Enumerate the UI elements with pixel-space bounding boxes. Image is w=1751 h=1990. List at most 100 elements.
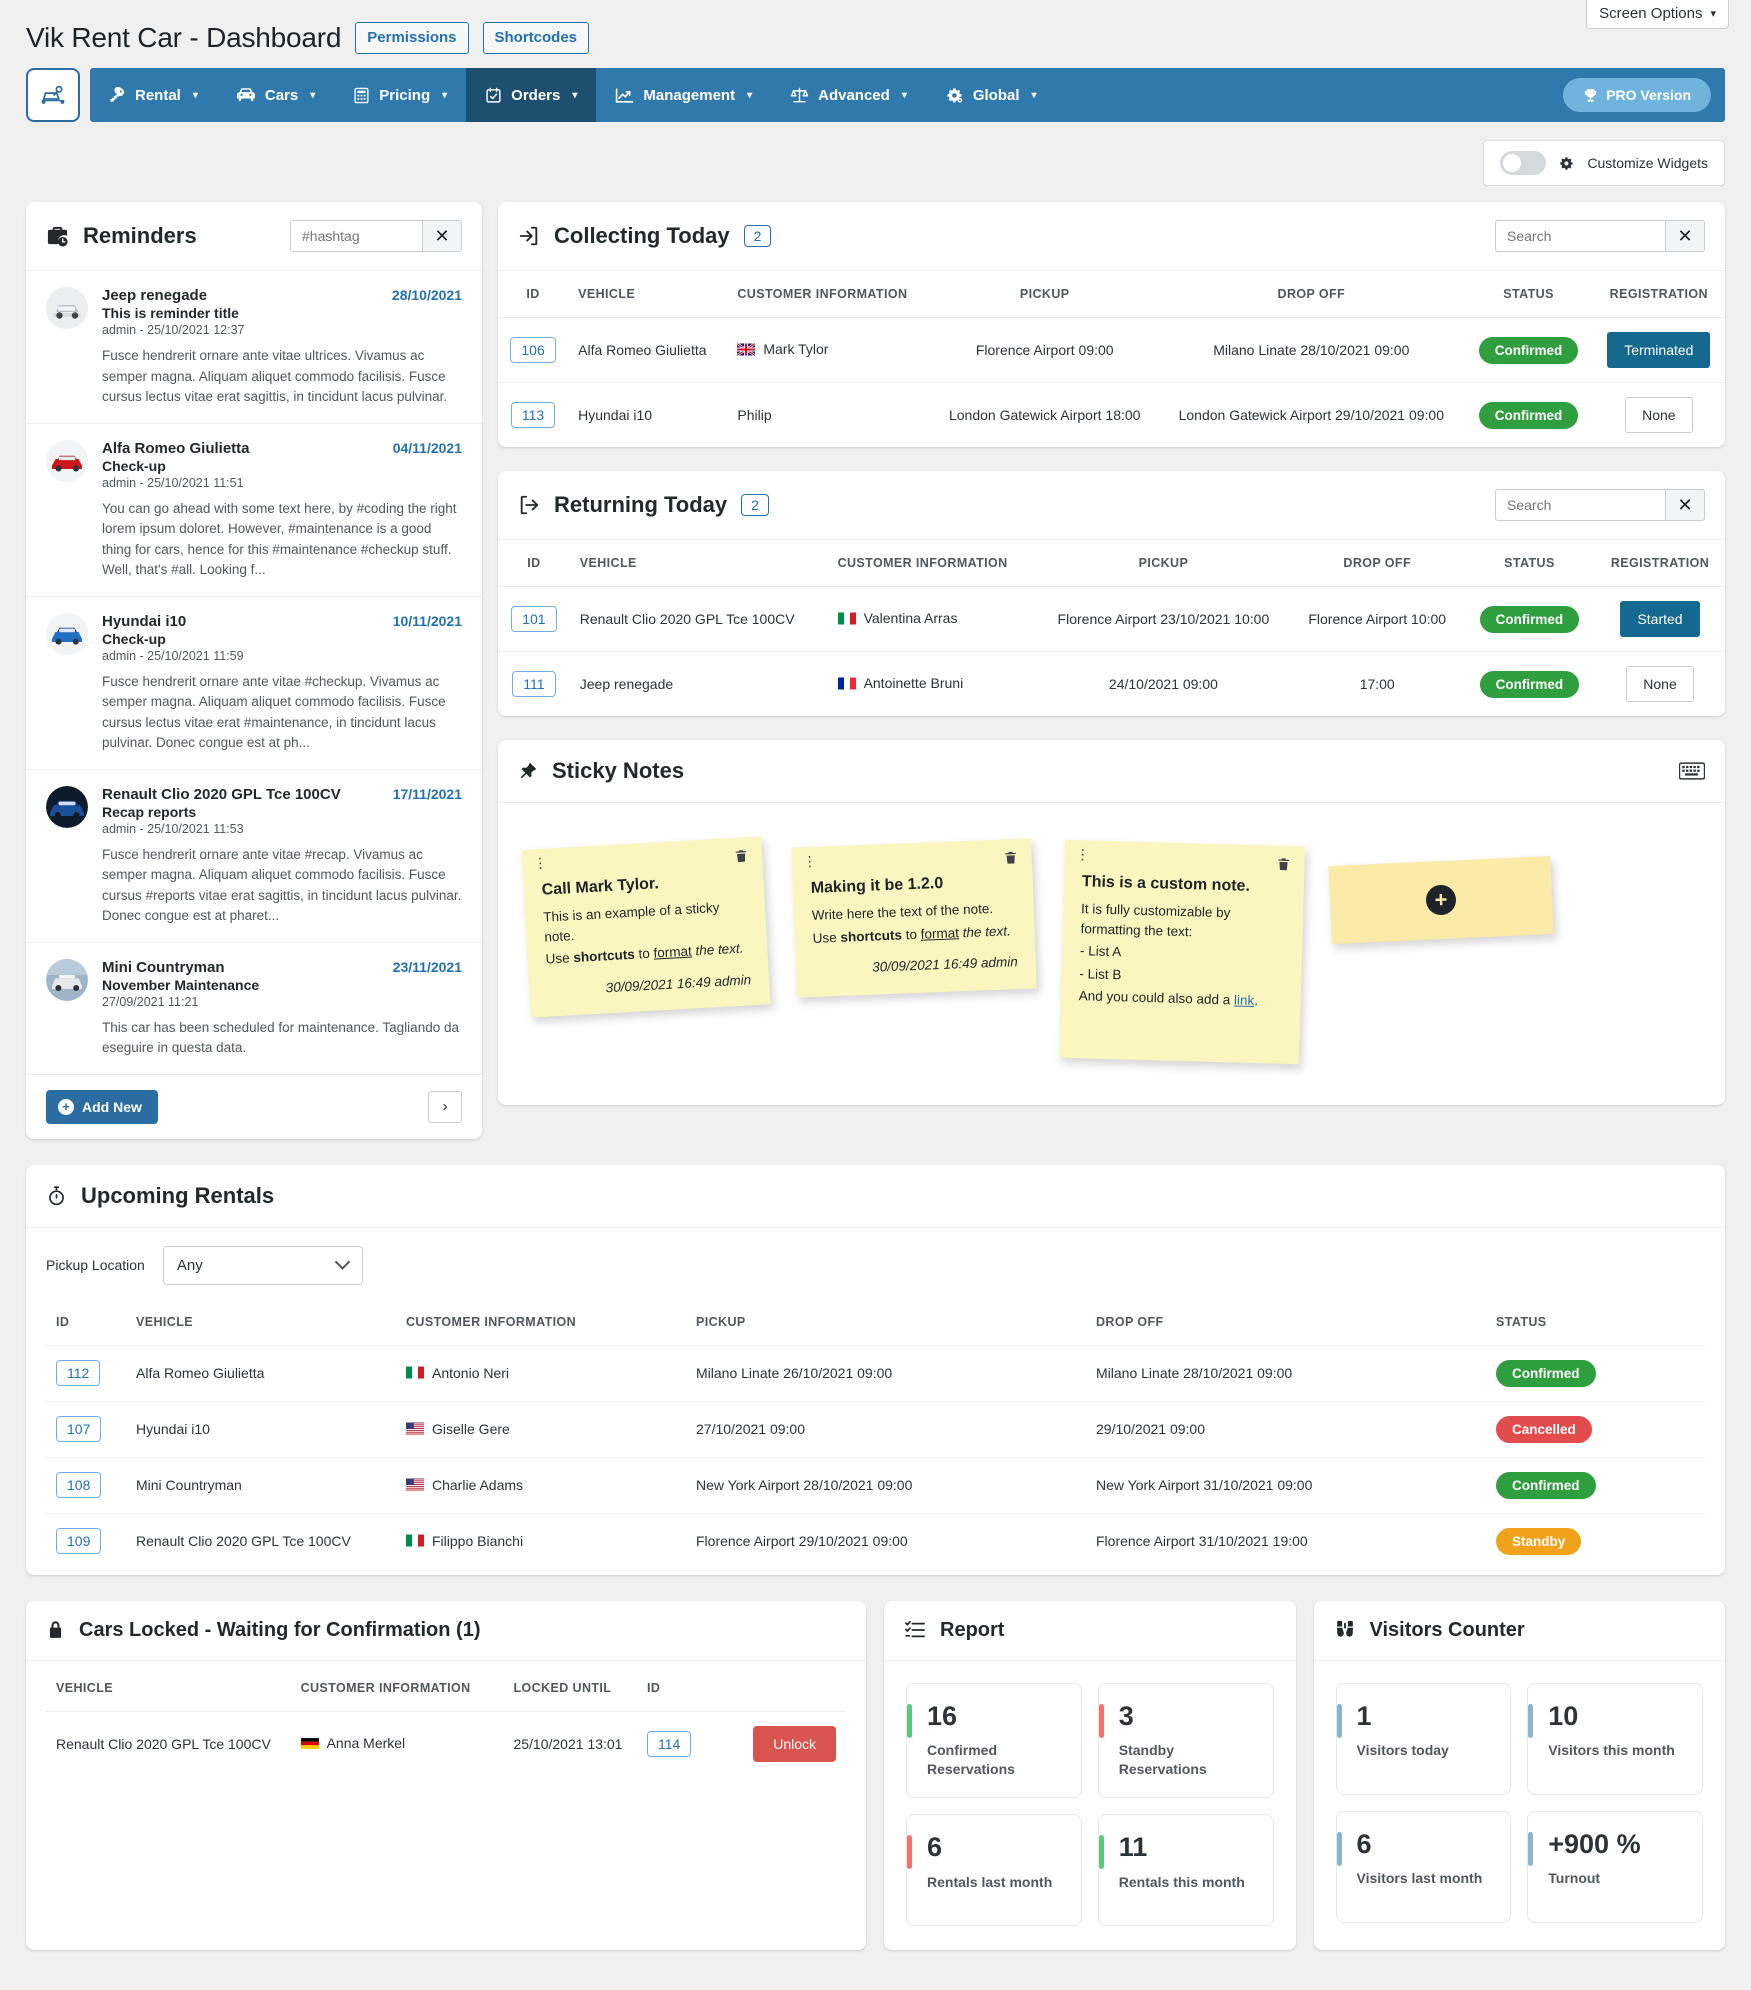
- registration-button[interactable]: Terminated: [1607, 332, 1711, 368]
- right-column: Collecting Today 2 ✕ ID VEHICLE CUSTOMER…: [498, 202, 1725, 1105]
- table-row[interactable]: 106 Alfa Romeo Giulietta Mark Tylor Flor…: [498, 317, 1725, 383]
- customize-widgets-row: Customize Widgets: [0, 122, 1751, 186]
- status-badge: Confirmed: [1496, 1471, 1596, 1499]
- list-item[interactable]: Renault Clio 2020 GPL Tce 100CV 17/11/20…: [26, 770, 482, 943]
- nav-item-pricing[interactable]: Pricing ▾: [334, 68, 466, 122]
- reminder-vehicle: Mini Countryman: [102, 958, 225, 976]
- order-id-chip[interactable]: 113: [510, 402, 556, 428]
- drag-handle-icon[interactable]: ⋮: [1075, 846, 1089, 862]
- sticky-note[interactable]: ⋮ Making it be 1.2.0 Write here the text…: [791, 838, 1037, 998]
- note-link[interactable]: link: [1234, 993, 1255, 1009]
- drag-handle-icon[interactable]: ⋮: [802, 853, 817, 870]
- customer-cell: Philip: [737, 407, 771, 423]
- nav-item-rental[interactable]: Rental ▾: [90, 68, 217, 122]
- clear-hashtag-filter-button[interactable]: ✕: [422, 220, 462, 252]
- order-id-chip[interactable]: 108: [56, 1472, 102, 1499]
- table-row[interactable]: 101 Renault Clio 2020 GPL Tce 100CV Vale…: [498, 586, 1725, 652]
- stat-card: 3 Standby Reservations: [1097, 1682, 1274, 1799]
- reminders-list: Jeep renegade 28/10/2021 This is reminde…: [26, 271, 482, 1075]
- customize-widgets-toggle[interactable]: [1500, 151, 1547, 175]
- cell-locked-until: 25/10/2021 13:01: [513, 1735, 623, 1752]
- collecting-today-count: 2: [743, 225, 772, 247]
- app-logo[interactable]: [26, 68, 80, 122]
- pickup-location-value: Any: [176, 1256, 203, 1274]
- customer-cell: Charlie Adams: [406, 1477, 523, 1493]
- car-icon: [236, 87, 255, 101]
- nav-item-management[interactable]: Management ▾: [596, 68, 771, 122]
- note-tail: And you could also add a link.: [1078, 988, 1259, 1009]
- nav-item-orders[interactable]: Orders ▾: [466, 68, 597, 122]
- stat-accent-bar: [907, 1835, 912, 1870]
- add-new-reminder-button[interactable]: + Add New: [46, 1089, 158, 1124]
- cell-dropoff: Milano Linate 28/10/2021 09:00: [1158, 317, 1465, 383]
- note-heading: Making it be 1.2.0: [810, 874, 944, 897]
- note-list-item: - List B: [1079, 966, 1122, 983]
- flag-it-icon: [837, 612, 856, 625]
- list-item[interactable]: Alfa Romeo Giulietta 04/11/2021 Check-up…: [26, 424, 482, 597]
- reminder-text: Fusce hendrerit ornare ante vitae ultric…: [102, 348, 448, 405]
- registration-button[interactable]: None: [1626, 666, 1694, 702]
- customer-name: Filippo Bianchi: [432, 1532, 524, 1549]
- order-id-chip[interactable]: 107: [56, 1416, 102, 1443]
- table-row[interactable]: 113 Hyundai i10 Philip London Gatewick A…: [498, 383, 1725, 448]
- unlock-button[interactable]: Unlock: [753, 1725, 836, 1762]
- chevron-down-icon: ▾: [747, 89, 753, 101]
- returning-today-widget: Returning Today 2 ✕ ID VEHICLE CUSTOMER …: [498, 471, 1725, 716]
- delete-note-icon[interactable]: [734, 848, 749, 869]
- collecting-today-header: Collecting Today 2 ✕: [498, 202, 1725, 271]
- list-item[interactable]: Jeep renegade 28/10/2021 This is reminde…: [26, 271, 482, 424]
- upcoming-filter-row: Pickup Location Any: [26, 1228, 1725, 1289]
- drag-handle-icon[interactable]: ⋮: [533, 854, 548, 871]
- pickup-location-select[interactable]: Any: [162, 1245, 363, 1285]
- collecting-clear-search-button[interactable]: ✕: [1665, 220, 1705, 252]
- sign-out-icon: [518, 494, 540, 516]
- order-id-chip[interactable]: 114: [647, 1730, 692, 1757]
- table-row[interactable]: 109 Renault Clio 2020 GPL Tce 100CV Fili…: [46, 1513, 1705, 1569]
- hashtag-filter-input[interactable]: [290, 220, 422, 252]
- chevron-down-icon: ▾: [1710, 8, 1716, 20]
- list-item[interactable]: Hyundai i10 10/11/2021 Check-up admin - …: [26, 597, 482, 770]
- stat-accent-bar: [1098, 1703, 1104, 1738]
- returning-search-input[interactable]: [1495, 489, 1665, 521]
- table-row[interactable]: 112 Alfa Romeo Giulietta Antonio Neri Mi…: [46, 1345, 1705, 1402]
- col-registration: REGISTRATION: [1595, 540, 1725, 587]
- table-row[interactable]: 111 Jeep renegade Antoinette Bruni 24/10…: [498, 652, 1725, 717]
- reminder-date: 04/11/2021: [392, 439, 462, 456]
- returning-clear-search-button[interactable]: ✕: [1665, 489, 1705, 521]
- returning-today-header: Returning Today 2 ✕: [498, 471, 1725, 540]
- table-row[interactable]: Renault Clio 2020 GPL Tce 100CV Anna Mer…: [46, 1711, 846, 1776]
- sticky-note[interactable]: ⋮ Call Mark Tylor. This is an example of…: [521, 836, 771, 1019]
- nav-item-advanced[interactable]: Advanced ▾: [771, 68, 926, 122]
- order-id-chip[interactable]: 109: [56, 1528, 102, 1555]
- order-id-chip[interactable]: 112: [56, 1360, 101, 1387]
- order-id-chip[interactable]: 106: [510, 337, 556, 363]
- table-row[interactable]: 108 Mini Countryman Charlie Adams New Yo…: [46, 1457, 1705, 1514]
- sticky-note[interactable]: ⋮ This is a custom note. It is fully cus…: [1059, 839, 1305, 1065]
- nav-item-label: Global: [972, 86, 1020, 104]
- customer-cell: Valentina Arras: [837, 610, 957, 626]
- calendar-check-icon: [486, 87, 501, 103]
- note-line-2: Use shortcuts to format the text.: [812, 923, 1011, 946]
- registration-button[interactable]: None: [1625, 397, 1693, 433]
- screen-options-button[interactable]: Screen Options ▾: [1586, 0, 1729, 29]
- customer-name: Charlie Adams: [432, 1476, 524, 1493]
- customer-cell: Filippo Bianchi: [406, 1533, 523, 1549]
- order-id-chip[interactable]: 101: [511, 606, 557, 632]
- nav-item-global[interactable]: Global ▾: [926, 68, 1056, 122]
- order-id-chip[interactable]: 111: [512, 671, 556, 697]
- reminders-next-page-button[interactable]: ›: [428, 1090, 462, 1123]
- nav-item-cars[interactable]: Cars ▾: [217, 68, 334, 122]
- registration-button[interactable]: Started: [1620, 601, 1700, 637]
- list-item[interactable]: Mini Countryman 23/11/2021 November Main…: [26, 943, 482, 1075]
- reminder-text: You can go ahead with some text here, by…: [102, 500, 457, 578]
- table-row[interactable]: 107 Hyundai i10 Giselle Gere 27/10/2021 …: [46, 1401, 1705, 1458]
- pro-version-button[interactable]: PRO Version: [1563, 78, 1711, 112]
- customize-widgets-control[interactable]: Customize Widgets: [1483, 140, 1725, 186]
- delete-note-icon[interactable]: [1276, 857, 1291, 878]
- collecting-search-input[interactable]: [1495, 220, 1665, 252]
- keyboard-icon[interactable]: [1679, 761, 1705, 781]
- add-sticky-note-button[interactable]: +: [1328, 856, 1554, 944]
- delete-note-icon[interactable]: [1003, 850, 1018, 871]
- flag-us-icon: [406, 1422, 424, 1435]
- flag-gb-icon: [737, 342, 756, 356]
